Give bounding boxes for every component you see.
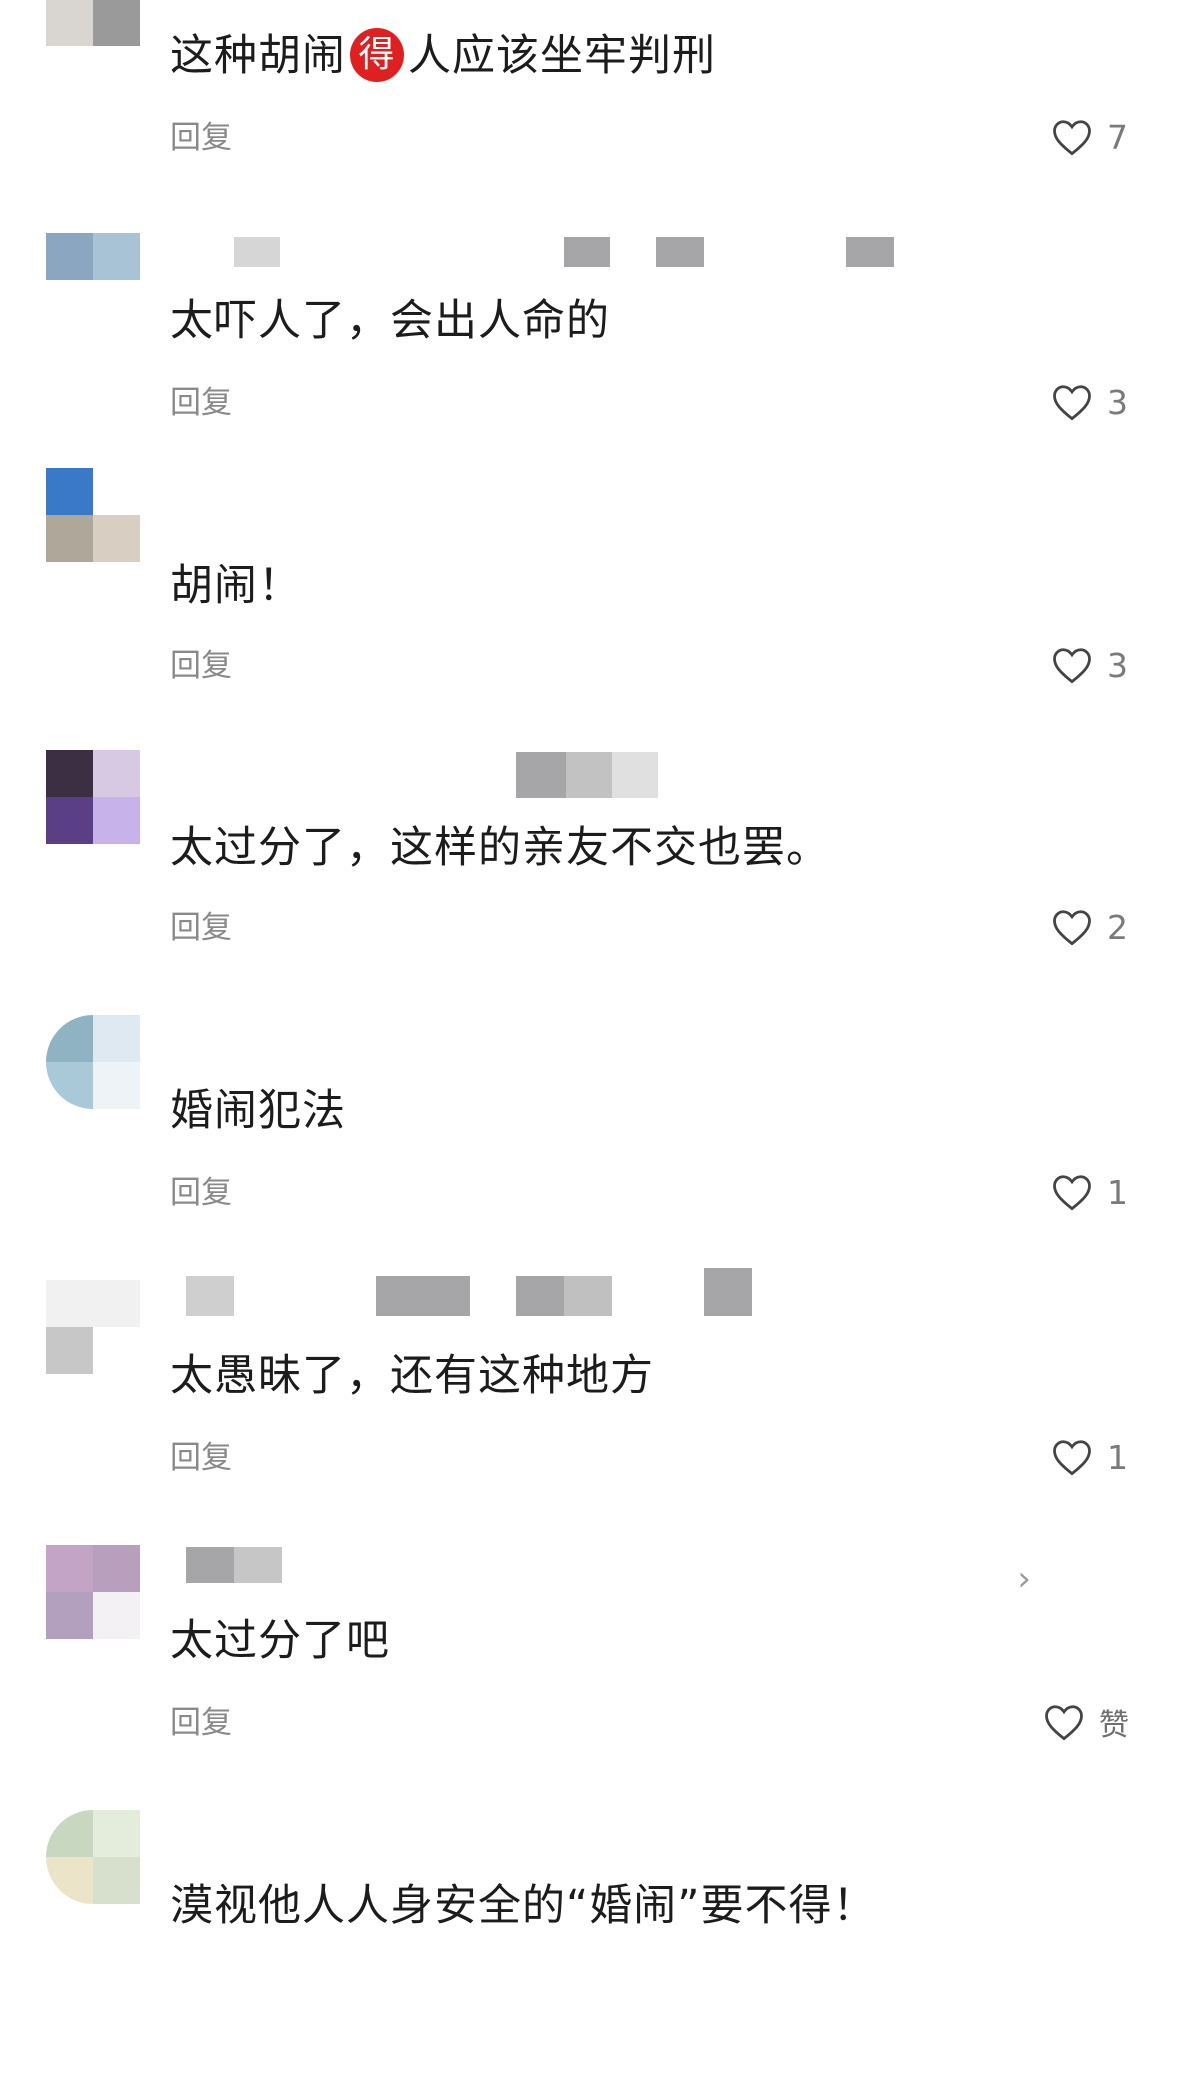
comment-item: 这种胡闹得人应该坐牢判刑 回复 7: [0, 0, 1179, 223]
avatar[interactable]: [46, 1015, 140, 1109]
comment-item: 胡闹！ 回复 3: [0, 468, 1179, 731]
heart-outline-icon: [1053, 910, 1091, 946]
avatar[interactable]: [46, 1280, 140, 1374]
like-button[interactable]: 1: [1051, 1169, 1129, 1215]
comment-item: › 太过分了吧 回复 赞: [0, 1545, 1179, 1808]
reply-button[interactable]: 回复: [170, 1438, 232, 1478]
comment-item: 婚闹犯法 回复 1: [0, 1015, 1179, 1278]
avatar[interactable]: [46, 468, 140, 562]
username-redacted: [234, 237, 280, 267]
username-redacted: [564, 1276, 612, 1316]
heart-outline-icon: [1053, 648, 1091, 684]
reply-button[interactable]: 回复: [170, 908, 232, 948]
like-button[interactable]: 3: [1051, 642, 1129, 688]
like-count: 2: [1107, 907, 1128, 947]
comment-text: 太吓人了，会出人命的: [170, 296, 610, 346]
reply-button[interactable]: 回复: [170, 646, 232, 686]
comment-item: 太吓人了，会出人命的 回复 3: [0, 233, 1179, 496]
comment-text: 婚闹犯法: [170, 1086, 346, 1136]
like-count: 3: [1107, 645, 1128, 685]
heart-outline-icon: [1053, 1175, 1091, 1211]
username-redacted: [612, 752, 658, 798]
like-button[interactable]: 3: [1051, 379, 1129, 425]
heart-outline-icon: [1053, 120, 1091, 156]
avatar[interactable]: [46, 0, 140, 54]
comment-text: 这种胡闹得人应该坐牢判刑: [170, 28, 716, 84]
comment-item: 太愚昧了，还有这种地方 回复 1: [0, 1268, 1179, 1543]
de-emoji-icon: 得: [350, 28, 404, 82]
avatar[interactable]: [46, 1545, 140, 1639]
comment-item: 太过分了，这样的亲友不交也罢。 回复 2: [0, 750, 1179, 1013]
like-label: 赞: [1099, 1708, 1129, 1743]
avatar[interactable]: [46, 750, 140, 844]
comment-text: 太愚昧了，还有这种地方: [170, 1351, 654, 1401]
chevron-right-icon[interactable]: ›: [1017, 1559, 1031, 1599]
avatar[interactable]: [46, 1810, 140, 1904]
heart-outline-icon: [1053, 385, 1091, 421]
username-redacted: [846, 237, 894, 267]
like-count: 1: [1107, 1172, 1128, 1212]
reply-button[interactable]: 回复: [170, 118, 232, 158]
like-button[interactable]: 赞: [1043, 1699, 1129, 1745]
like-count: 7: [1107, 117, 1128, 157]
comment-text: 太过分了吧: [170, 1616, 390, 1666]
heart-outline-icon: [1053, 1440, 1091, 1476]
username-redacted: [566, 752, 612, 798]
heart-outline-icon: [1045, 1705, 1083, 1741]
comment-item: 漠视他人人身安全的“婚闹”要不得！: [0, 1810, 1179, 2073]
username-redacted: [564, 237, 610, 267]
comment-text: 太过分了，这样的亲友不交也罢。: [170, 823, 830, 873]
comment-text: 漠视他人人身安全的“婚闹”要不得！: [170, 1881, 877, 1931]
username-redacted: [186, 1276, 234, 1316]
username-redacted: [376, 1276, 470, 1316]
username-redacted: [186, 1547, 234, 1583]
username-redacted: [234, 1547, 282, 1583]
avatar[interactable]: [46, 233, 140, 327]
reply-button[interactable]: 回复: [170, 383, 232, 423]
username-redacted: [704, 1268, 752, 1316]
username-redacted: [656, 237, 704, 267]
like-button[interactable]: 2: [1051, 904, 1129, 950]
reply-button[interactable]: 回复: [170, 1173, 232, 1213]
username-redacted: [516, 1276, 564, 1316]
like-button[interactable]: 1: [1051, 1434, 1129, 1480]
username-redacted: [516, 752, 566, 798]
like-button[interactable]: 7: [1051, 114, 1129, 160]
like-count: 1: [1107, 1437, 1128, 1477]
reply-button[interactable]: 回复: [170, 1703, 232, 1743]
like-count: 3: [1107, 382, 1128, 422]
comment-text: 胡闹！: [170, 561, 302, 611]
